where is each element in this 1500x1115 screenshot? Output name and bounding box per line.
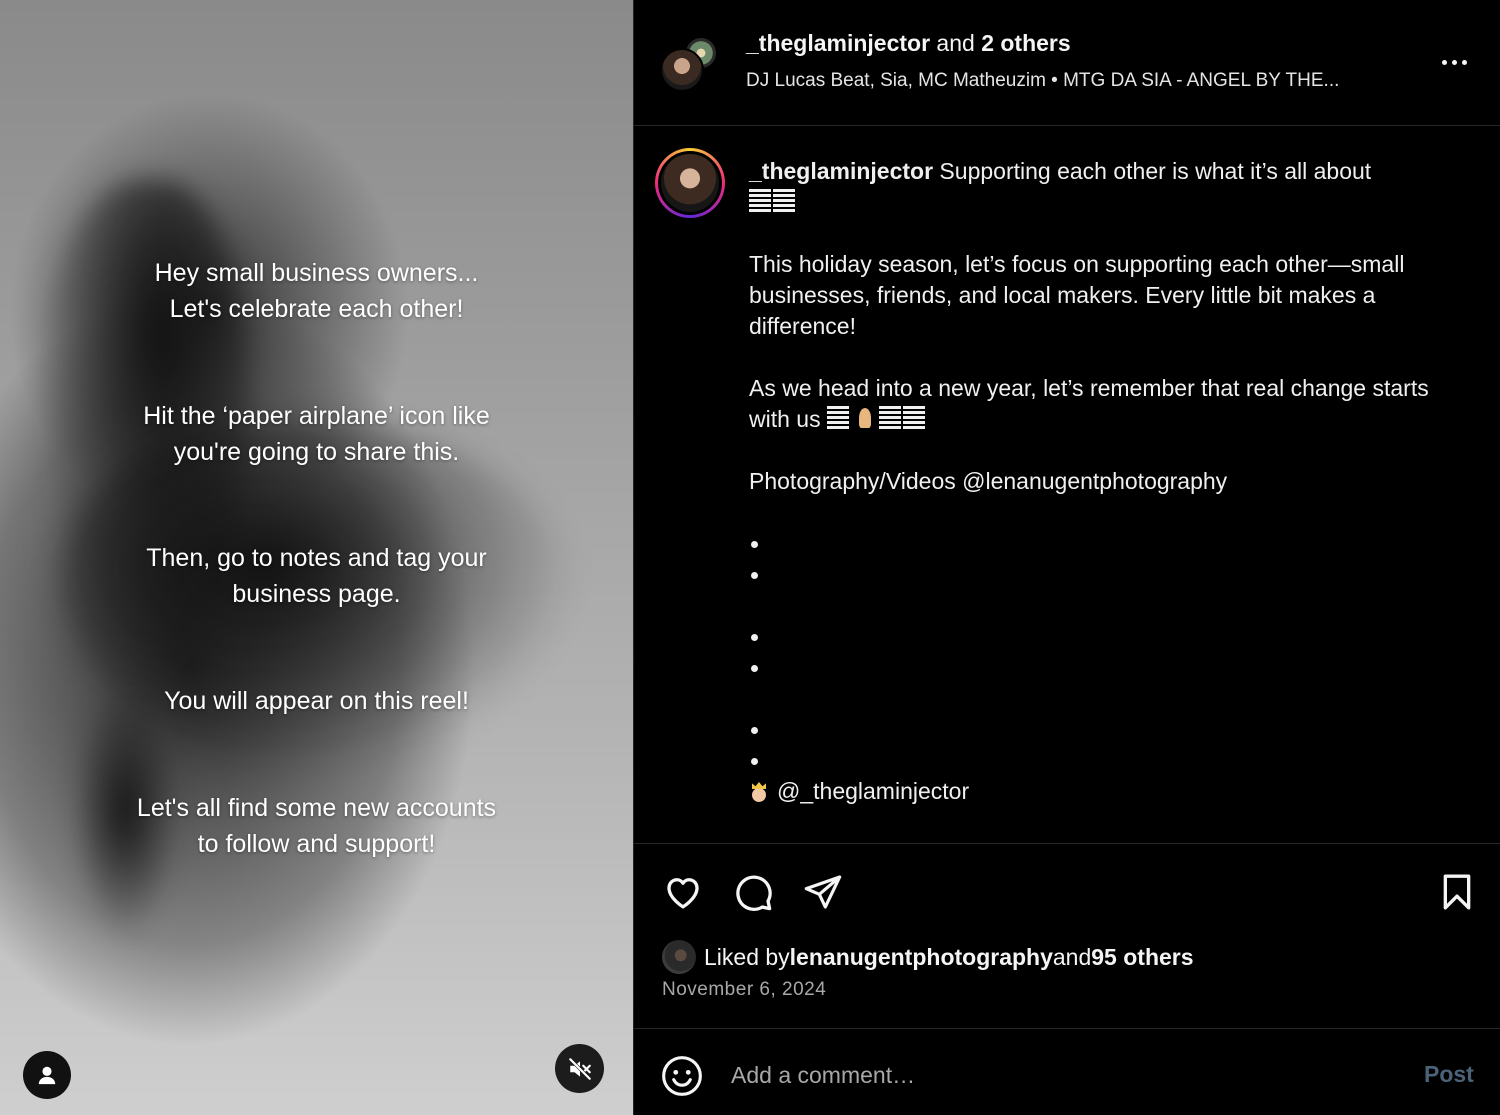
caption-emoji-line [749,187,1469,218]
comment-icon [736,875,772,911]
paper-airplane-icon [804,875,842,909]
post-actions: Liked by lenanugentphotography and 95 ot… [634,845,1500,1029]
comment-input[interactable] [731,1056,1371,1094]
like-button[interactable] [660,869,706,915]
collab-others-link[interactable]: 2 others [981,30,1070,56]
placeholder-glyph-icon [878,406,901,430]
placeholder-glyph-icon [773,189,795,213]
liked-by-user-link[interactable]: lenanugentphotography [790,944,1053,971]
tagged-users-button[interactable] [23,1051,71,1099]
placeholder-glyph-icon [749,189,771,213]
caption-dot [749,714,1469,745]
caption-dot [749,621,1469,652]
more-options-icon [1441,59,1447,65]
caption-first-line: _theglaminjector Supporting each other i… [749,156,1469,187]
caption-username-link[interactable]: _theglaminjector [749,158,933,184]
share-button[interactable] [800,869,846,915]
muted-speaker-icon [567,1056,592,1081]
avatar [660,48,704,92]
user-icon [38,1066,56,1085]
placeholder-glyph-icon [826,406,849,430]
more-options-button[interactable] [1434,44,1474,80]
caption-mention-link[interactable]: @_theglaminjector [777,778,969,804]
likes-summary: Liked by lenanugentphotography and 95 ot… [662,939,1194,975]
liked-by-joiner: and [1052,943,1092,970]
overlay-text-4: You will appear on this reel! [164,687,469,715]
mute-toggle-button[interactable] [555,1044,604,1093]
author-username-link[interactable]: _theglaminjector [746,30,930,56]
more-options-icon-dot [1451,59,1457,65]
overlay-text-2: Hit the ‘paper airplane’ icon like you'r… [143,402,490,466]
overlay-text-3: Then, go to notes and tag your business … [146,544,487,608]
praying-hands-icon [853,406,877,430]
caption-paragraph-1: This holiday season, let’s focus on supp… [749,251,1405,339]
post-authors: _theglaminjector and 2 others [746,30,1071,57]
collab-avatars[interactable] [660,36,722,94]
avatar [658,151,722,215]
caption-opening: Supporting each other is what it’s all a… [933,158,1372,184]
comment-composer: Post [634,1030,1500,1115]
caption-dot [749,745,1469,776]
post-date[interactable]: November 6, 2024 [662,979,826,1001]
post-details-panel: _theglaminjector and 2 others DJ Lucas B… [633,0,1500,1115]
caption-mention-line: @_theglaminjector [749,776,1469,807]
caption-credit: Photography/Videos @lenanugentphotograph… [749,468,1228,494]
overlay-text-1: Hey small business owners... Let's celeb… [154,259,479,323]
caption-dot [749,559,1469,590]
bookmark-icon [1443,874,1471,910]
smiley-icon [662,1056,702,1096]
overlay-text-5: Let's all find some new accounts to foll… [136,794,497,858]
post-comment-button[interactable]: Post [1424,1061,1474,1088]
authors-joiner: and [930,30,982,56]
caption-paragraph-2: As we head into a new year, let’s rememb… [749,373,1469,435]
author-story-avatar[interactable] [655,148,725,218]
liked-by-prefix: Liked by [704,943,790,970]
reel-video[interactable]: Hey small business owners... Let's celeb… [0,0,633,1115]
princess-emoji-icon [749,780,769,802]
placeholder-glyph-icon [902,406,925,430]
more-options-icon-dot [1461,59,1467,65]
caption-section: _theglaminjector Supporting each other i… [634,126,1500,844]
caption-text: _theglaminjector Supporting each other i… [749,156,1469,807]
audio-track-link[interactable]: DJ Lucas Beat, Sia, MC Matheuzim • MTG D… [746,70,1416,92]
caption-dot [749,652,1469,683]
heart-icon [667,878,699,909]
comment-button[interactable] [730,869,776,915]
liked-by-others-link[interactable]: 95 others [1091,944,1193,971]
avatar [662,940,696,974]
caption-dot [749,528,1469,559]
caption-paragraph-2-text: As we head into a new year, let’s rememb… [749,375,1429,432]
save-button[interactable] [1434,869,1480,915]
post-header: _theglaminjector and 2 others DJ Lucas B… [634,0,1500,126]
emoji-picker-button[interactable] [660,1054,704,1098]
